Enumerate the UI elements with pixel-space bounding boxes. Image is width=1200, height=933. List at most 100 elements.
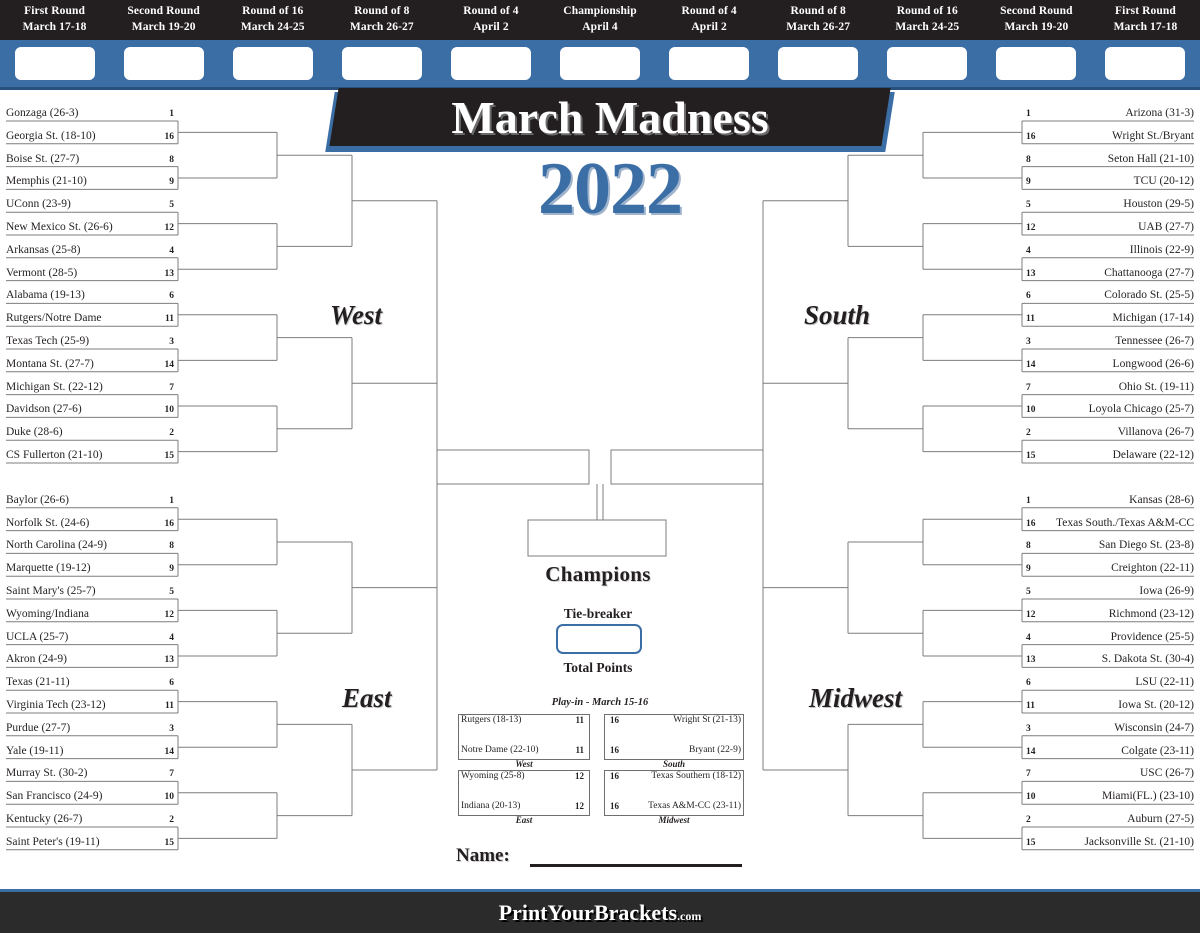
team-slot-midwest-15[interactable]: Jacksonville St. (21-10) 15 [1022, 835, 1200, 850]
round-pick-box-10[interactable] [1105, 47, 1186, 80]
team-slot-south-5[interactable]: UAB (27-7) 12 [1022, 220, 1200, 235]
round-name: First Round [24, 5, 85, 18]
team-slot-south-1[interactable]: Wright St./Bryant 16 [1022, 129, 1200, 144]
round-pick-box-8[interactable] [887, 47, 968, 80]
team-slot-south-6[interactable]: Illinois (22-9) 4 [1022, 243, 1200, 258]
team-slot-east-11[interactable]: Yale (19-11) 14 [0, 744, 178, 759]
round-pick-box-0[interactable] [14, 47, 95, 80]
team-slot-midwest-5[interactable]: Richmond (23-12) 12 [1022, 607, 1200, 622]
team-slot-east-9[interactable]: Virginia Tech (23-12) 11 [0, 698, 178, 713]
team-name: Chattanooga (27-7) [1104, 266, 1194, 279]
team-slot-west-6[interactable]: Arkansas (25-8) 4 [0, 243, 178, 258]
team-slot-east-1[interactable]: Norfolk St. (24-6) 16 [0, 516, 178, 531]
team-slot-midwest-11[interactable]: Colgate (23-11) 14 [1022, 744, 1200, 759]
team-slot-south-14[interactable]: Villanova (26-7) 2 [1022, 425, 1200, 440]
team-slot-midwest-2[interactable]: San Diego St. (23-8) 8 [1022, 538, 1200, 553]
team-slot-south-11[interactable]: Longwood (26-6) 14 [1022, 357, 1200, 372]
round-pick-box-7[interactable] [778, 47, 859, 80]
team-slot-south-2[interactable]: Seton Hall (21-10) 8 [1022, 152, 1200, 167]
team-slot-south-3[interactable]: TCU (20-12) 9 [1022, 174, 1200, 189]
round-pick-box-6[interactable] [669, 47, 750, 80]
team-slot-south-15[interactable]: Delaware (22-12) 15 [1022, 448, 1200, 463]
tiebreaker-input[interactable] [556, 624, 642, 654]
team-name: UCLA (25-7) [6, 630, 69, 643]
team-slot-midwest-7[interactable]: S. Dakota St. (30-4) 13 [1022, 652, 1200, 667]
team-slot-east-10[interactable]: Purdue (27-7) 3 [0, 721, 178, 736]
team-slot-south-0[interactable]: Arizona (31-3) 1 [1022, 106, 1200, 121]
team-slot-midwest-3[interactable]: Creighton (22-11) 9 [1022, 561, 1200, 576]
team-slot-west-12[interactable]: Michigan St. (22-12) 7 [0, 380, 178, 395]
team-slot-midwest-4[interactable]: Iowa (26-9) 5 [1022, 584, 1200, 599]
team-slot-west-14[interactable]: Duke (28-6) 2 [0, 425, 178, 440]
team-slot-east-0[interactable]: Baylor (26-6) 1 [0, 493, 178, 508]
team-slot-south-13[interactable]: Loyola Chicago (25-7) 10 [1022, 402, 1200, 417]
team-slot-east-13[interactable]: San Francisco (24-9) 10 [0, 789, 178, 804]
team-slot-west-15[interactable]: CS Fullerton (21-10) 15 [0, 448, 178, 463]
team-name: Jacksonville St. (21-10) [1084, 835, 1194, 848]
team-slot-west-7[interactable]: Vermont (28-5) 13 [0, 266, 178, 281]
team-slot-east-14[interactable]: Kentucky (26-7) 2 [0, 812, 178, 827]
team-slot-south-4[interactable]: Houston (29-5) 5 [1022, 197, 1200, 212]
team-slot-east-8[interactable]: Texas (21-11) 6 [0, 675, 178, 690]
team-slot-midwest-10[interactable]: Wisconsin (24-7) 3 [1022, 721, 1200, 736]
playin-row[interactable]: Wright St (21-13) 16 [604, 713, 744, 727]
playin-row[interactable]: Indiana (20-13) 12 [458, 799, 590, 813]
team-slot-south-8[interactable]: Colorado St. (25-5) 6 [1022, 288, 1200, 303]
round-pick-box-5[interactable] [560, 47, 641, 80]
team-slot-east-5[interactable]: Wyoming/Indiana 12 [0, 607, 178, 622]
team-slot-west-9[interactable]: Rutgers/Notre Dame 11 [0, 311, 178, 326]
team-seed: 15 [164, 837, 175, 848]
team-slot-midwest-0[interactable]: Kansas (28-6) 1 [1022, 493, 1200, 508]
round-pick-box-1[interactable] [123, 47, 204, 80]
round-pick-box-cell-9 [982, 47, 1091, 80]
team-name: Alabama (19-13) [6, 289, 85, 302]
team-slot-west-10[interactable]: Texas Tech (25-9) 3 [0, 334, 178, 349]
playin-row[interactable]: Notre Dame (22-10) 11 [458, 743, 590, 757]
team-slot-south-12[interactable]: Ohio St. (19-11) 7 [1022, 380, 1200, 395]
playin-row[interactable]: Wyoming (25-8) 12 [458, 769, 590, 783]
playin-row[interactable]: Texas A&M-CC (23-11) 16 [604, 799, 744, 813]
name-input-line[interactable] [530, 864, 742, 867]
team-seed: 12 [1026, 223, 1036, 233]
round-pick-box-2[interactable] [232, 47, 313, 80]
team-name: Davidson (27-6) [6, 403, 82, 416]
round-name: First Round [1115, 5, 1176, 18]
team-slot-midwest-12[interactable]: USC (26-7) 7 [1022, 766, 1200, 781]
team-seed: 7 [1026, 382, 1031, 393]
team-slot-south-9[interactable]: Michigan (17-14) 11 [1022, 311, 1200, 326]
team-slot-midwest-1[interactable]: Texas South./Texas A&M-CC 16 [1022, 516, 1200, 531]
team-slot-west-1[interactable]: Georgia St. (18-10) 16 [0, 129, 178, 144]
team-name: Villanova (26-7) [1117, 426, 1194, 439]
team-name: Arkansas (25-8) [6, 243, 81, 256]
playin-row[interactable]: Rutgers (18-13) 11 [458, 713, 590, 727]
team-slot-west-5[interactable]: New Mexico St. (26-6) 12 [0, 220, 178, 235]
team-slot-west-0[interactable]: Gonzaga (26-3) 1 [0, 106, 178, 121]
team-slot-midwest-14[interactable]: Auburn (27-5) 2 [1022, 812, 1200, 827]
team-slot-west-13[interactable]: Davidson (27-6) 10 [0, 402, 178, 417]
team-slot-east-4[interactable]: Saint Mary's (25-7) 5 [0, 584, 178, 599]
team-slot-south-7[interactable]: Chattanooga (27-7) 13 [1022, 266, 1200, 281]
playin-row[interactable]: Bryant (22-9) 16 [604, 743, 744, 757]
team-slot-east-7[interactable]: Akron (24-9) 13 [0, 652, 178, 667]
team-slot-midwest-9[interactable]: Iowa St. (20-12) 11 [1022, 698, 1200, 713]
round-pick-box-9[interactable] [996, 47, 1077, 80]
playin-row[interactable]: Texas Southern (18-12) 16 [604, 769, 744, 783]
team-slot-west-4[interactable]: UConn (23-9) 5 [0, 197, 178, 212]
team-slot-west-11[interactable]: Montana St. (27-7) 14 [0, 357, 178, 372]
team-slot-west-8[interactable]: Alabama (19-13) 6 [0, 288, 178, 303]
team-slot-midwest-8[interactable]: LSU (22-11) 6 [1022, 675, 1200, 690]
round-pick-box-3[interactable] [341, 47, 422, 80]
team-slot-east-15[interactable]: Saint Peter's (19-11) 15 [0, 835, 178, 850]
team-slot-midwest-13[interactable]: Miami(FL.) (23-10) 10 [1022, 789, 1200, 804]
team-slot-east-12[interactable]: Murray St. (30-2) 7 [0, 766, 178, 781]
team-slot-midwest-6[interactable]: Providence (25-5) 4 [1022, 630, 1200, 645]
round-pick-box-4[interactable] [450, 47, 531, 80]
team-slot-east-3[interactable]: Marquette (19-12) 9 [0, 561, 178, 576]
team-slot-east-2[interactable]: North Carolina (24-9) 8 [0, 538, 178, 553]
team-slot-west-3[interactable]: Memphis (21-10) 9 [0, 174, 178, 189]
team-slot-west-2[interactable]: Boise St. (27-7) 8 [0, 152, 178, 167]
team-seed: 12 [1026, 609, 1036, 620]
team-slot-east-6[interactable]: UCLA (25-7) 4 [0, 630, 178, 645]
team-seed: 1 [1026, 495, 1031, 506]
team-slot-south-10[interactable]: Tennessee (26-7) 3 [1022, 334, 1200, 349]
